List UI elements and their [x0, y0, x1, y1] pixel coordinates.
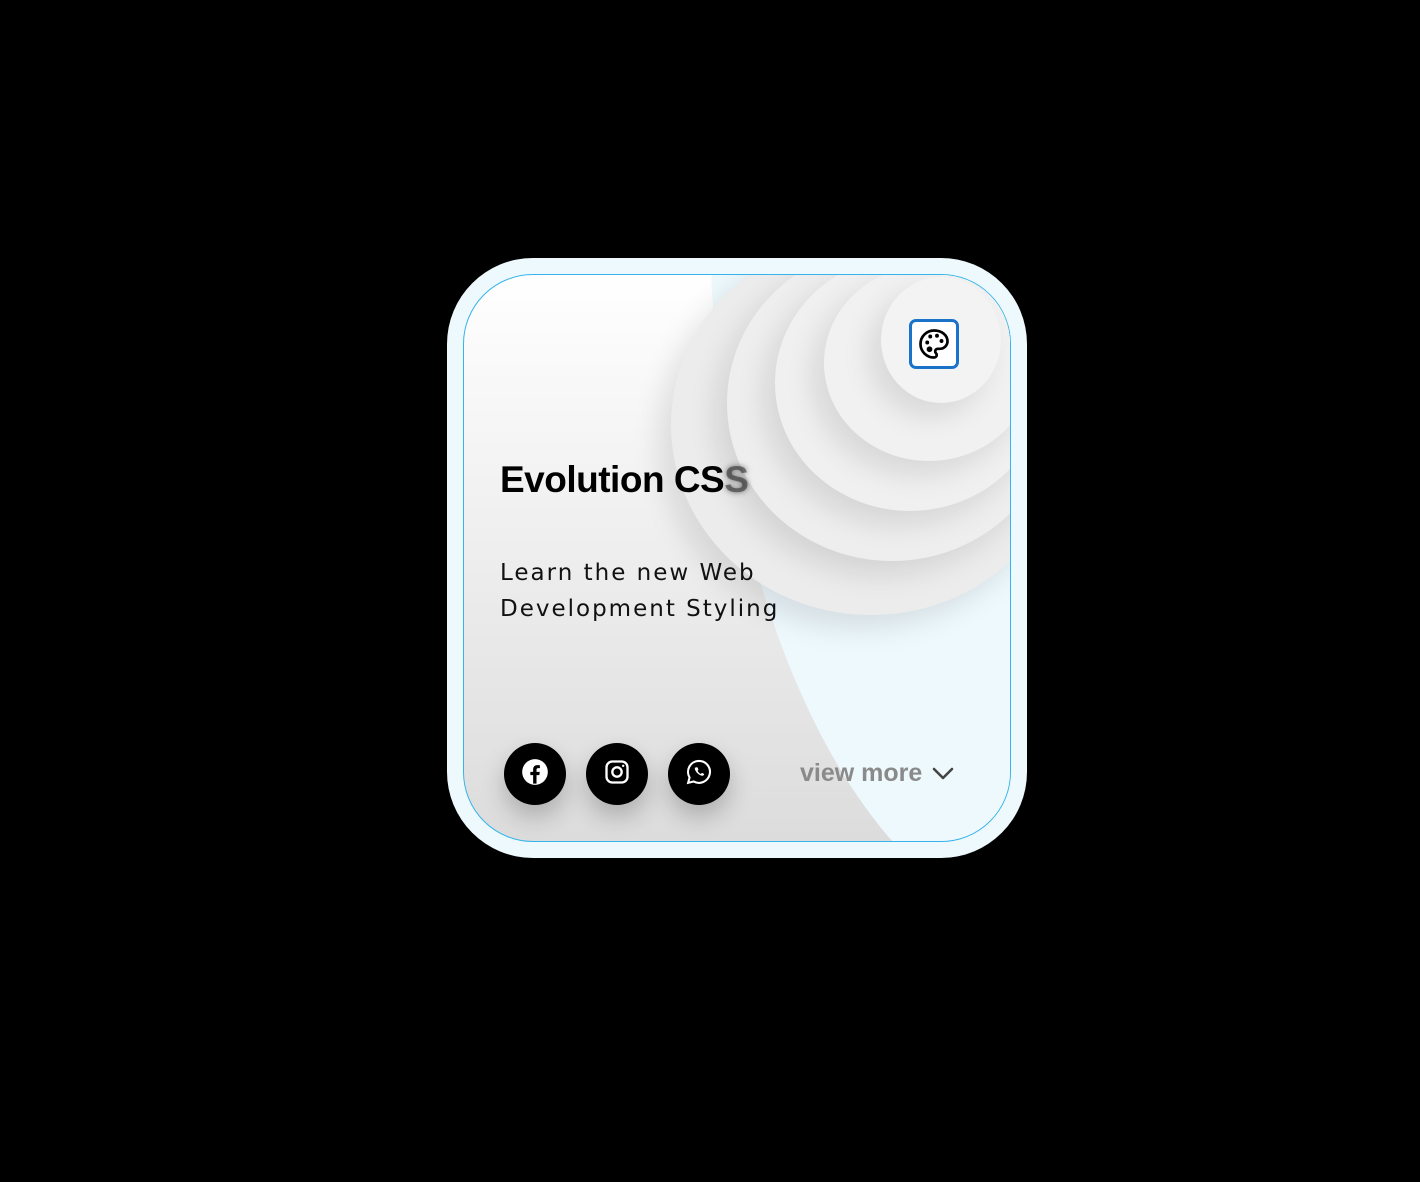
whatsapp-icon	[685, 758, 713, 790]
palette-icon[interactable]	[909, 319, 959, 369]
facebook-icon	[521, 758, 549, 790]
card: Evolution CSS Learn the new Web Developm…	[447, 258, 1027, 858]
card-description: Learn the new Web Development Styling	[500, 560, 780, 622]
instagram-icon	[603, 758, 631, 790]
instagram-button[interactable]	[586, 743, 648, 805]
card-title: Evolution CSS	[500, 459, 749, 501]
chevron-down-icon	[932, 759, 954, 788]
whatsapp-button[interactable]	[668, 743, 730, 805]
card-title-fade: S	[724, 459, 749, 500]
view-more-label: view more	[800, 759, 923, 787]
card-title-main: Evolution CS	[500, 459, 725, 500]
facebook-button[interactable]	[504, 743, 566, 805]
view-more-button[interactable]: view more	[800, 759, 954, 788]
card-inner: Evolution CSS Learn the new Web Developm…	[463, 274, 1011, 842]
